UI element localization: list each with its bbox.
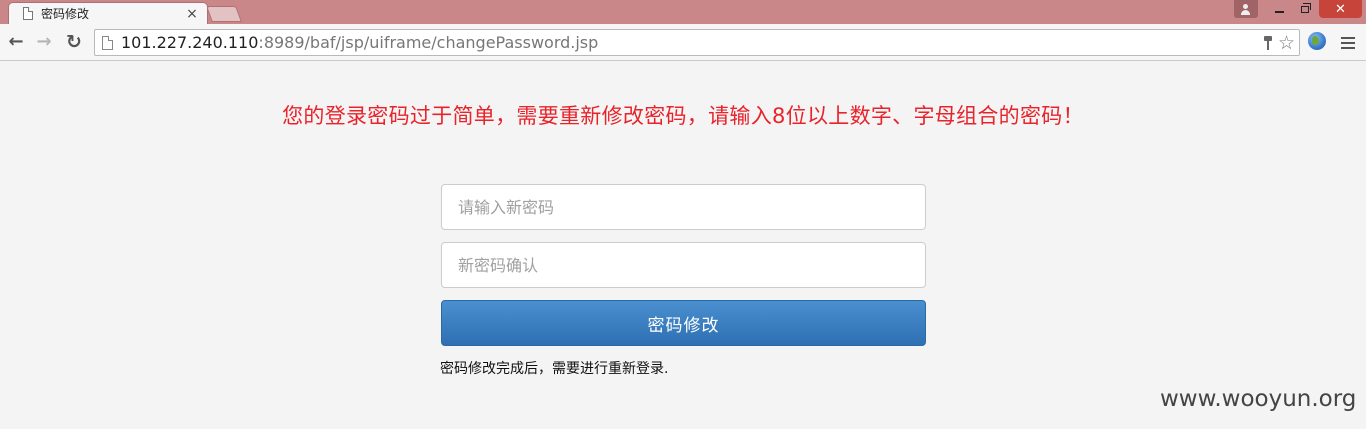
url-path: :8989/baf/jsp/uiframe/changePassword.jsp — [258, 33, 599, 52]
new-password-input[interactable] — [441, 184, 926, 230]
window-titlebar: 密码修改 × ✕ — [0, 0, 1366, 24]
confirm-password-input[interactable] — [441, 242, 926, 288]
url-host: 101.227.240.110 — [121, 33, 259, 52]
user-icon-head — [1243, 4, 1248, 9]
address-bar[interactable]: 101.227.240.110:8989/baf/jsp/uiframe/cha… — [94, 29, 1300, 56]
user-icon-body — [1241, 10, 1250, 15]
window-close-button[interactable]: ✕ — [1319, 0, 1362, 18]
menu-icon-bar — [1341, 47, 1355, 49]
relogin-note: 密码修改完成后，需要进行重新登录. — [440, 361, 669, 377]
forward-button[interactable]: → — [34, 32, 54, 52]
star-icon[interactable]: ☆ — [1278, 33, 1295, 53]
password-warning: 您的登录密码过于简单，需要重新修改密码，请输入8位以上数字、字母组合的密码！ — [282, 104, 1084, 128]
watermark: www.wooyun.org — [1160, 386, 1357, 412]
back-button[interactable]: ← — [6, 32, 26, 52]
minimize-button[interactable] — [1266, 0, 1292, 18]
address-bar-actions: ☆ — [1263, 33, 1295, 53]
menu-icon-bar — [1341, 37, 1355, 39]
page-icon — [23, 7, 33, 20]
menu-icon-bar — [1341, 42, 1355, 44]
restore-icon — [1301, 2, 1311, 13]
tab-close-icon[interactable]: × — [185, 7, 199, 21]
minimize-icon — [1274, 11, 1284, 13]
user-icon[interactable] — [1234, 0, 1258, 18]
change-password-button[interactable]: 密码修改 — [441, 300, 926, 346]
new-tab-button[interactable] — [206, 6, 242, 22]
url-text[interactable]: 101.227.240.110:8989/baf/jsp/uiframe/cha… — [121, 33, 598, 52]
restore-button[interactable] — [1292, 0, 1318, 18]
browser-tab[interactable]: 密码修改 × — [8, 2, 208, 24]
menu-icon[interactable] — [1341, 37, 1355, 49]
browser-toolbar: ← → ↻ 101.227.240.110:8989/baf/jsp/uifra… — [0, 24, 1366, 61]
page-icon — [102, 35, 113, 50]
globe-icon[interactable] — [1308, 32, 1326, 50]
page-content: 您的登录密码过于简单，需要重新修改密码，请输入8位以上数字、字母组合的密码！ 密… — [0, 62, 1366, 429]
tab-title: 密码修改 — [41, 7, 90, 21]
key-icon[interactable] — [1263, 36, 1272, 50]
reload-button[interactable]: ↻ — [64, 32, 84, 52]
